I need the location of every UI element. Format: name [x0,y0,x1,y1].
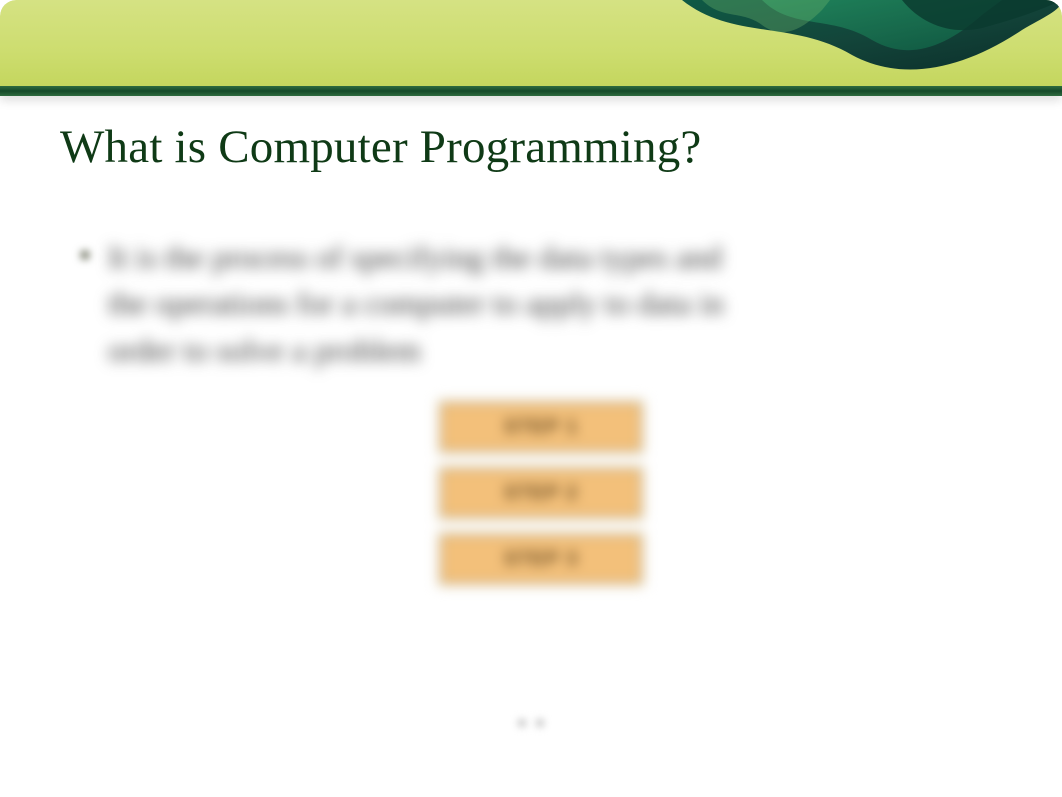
dot-icon [518,719,526,727]
header-underline [0,86,1062,96]
header-bar [0,0,1062,86]
bullet-item: It is the process of specifying the data… [80,234,1002,373]
step-box-2: STEP 2 [441,469,641,517]
bullet-text: It is the process of specifying the data… [108,234,748,373]
slide-title: What is Computer Programming? [60,120,1062,174]
leaf-icon [642,0,1062,86]
bullet-dot-icon [80,250,90,260]
slide-container: What is Computer Programming? It is the … [0,0,1062,797]
content-area: It is the process of specifying the data… [80,234,1002,583]
step-box-3: STEP 3 [441,535,641,583]
footer-indicator [518,719,544,727]
header-decoration [642,0,1062,86]
step-box-1: STEP 1 [441,403,641,451]
steps-diagram: STEP 1 STEP 2 STEP 3 [431,403,651,583]
dot-icon [536,719,544,727]
